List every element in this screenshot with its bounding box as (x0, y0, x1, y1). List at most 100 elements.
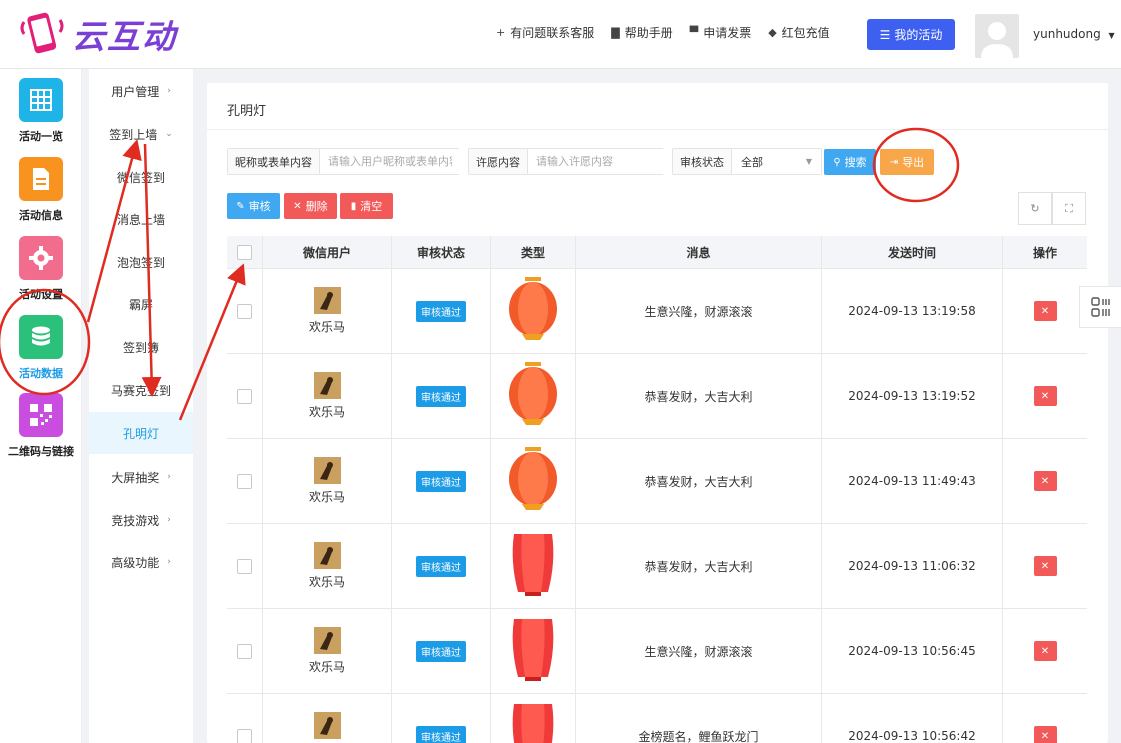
database-icon (19, 315, 63, 359)
row-delete-button[interactable]: ✕ (1033, 386, 1057, 406)
menu-item-big-screen-lottery[interactable]: 大屏抽奖 › (89, 456, 193, 498)
menu-item-signin-book[interactable]: 签到簿 (89, 326, 193, 368)
export-icon: ⇥ (889, 156, 899, 168)
header-status: 审核状态 (392, 236, 491, 269)
menu-item-competitive-games[interactable]: 竞技游戏 › (89, 499, 193, 541)
menu-item-wechat-signin[interactable]: 微信签到 (89, 156, 193, 198)
row-delete-button[interactable]: ✕ (1033, 726, 1057, 743)
menu-item-message-wall[interactable]: 消息上墙 (89, 198, 193, 240)
action-cell: ✕ (1003, 269, 1087, 353)
message-cell: 金榜题名，鲤鱼跃龙门 (576, 694, 822, 743)
clear-button[interactable]: ▮ 清空 (340, 193, 393, 219)
logo[interactable]: 云互动 (18, 8, 177, 60)
status-select[interactable]: 全部 ▼ (732, 149, 821, 174)
row-checkbox[interactable] (237, 558, 252, 574)
wechat-avatar (313, 372, 341, 399)
time-cell: 2024-09-13 11:06:32 (822, 524, 1003, 608)
delete-button[interactable]: ✕ 删除 (284, 193, 337, 219)
status-badge: 审核通过 (416, 555, 466, 577)
row-checkbox[interactable] (237, 388, 252, 404)
select-all-checkbox[interactable] (237, 245, 252, 260)
iconbar-item-settings[interactable]: 活动设置 (0, 236, 82, 302)
user-cell: 欢乐马 (263, 694, 392, 743)
menu-label: 大屏抽奖 (111, 470, 160, 485)
close-icon: ✕ (1040, 645, 1050, 657)
header-time: 发送时间 (822, 236, 1003, 269)
menu-item-advanced[interactable]: 高级功能 › (89, 541, 193, 583)
row-delete-button[interactable]: ✕ (1033, 556, 1057, 576)
contact-service-link[interactable]: + 有问题联系客服 (496, 24, 594, 41)
user-cell: 欢乐马 (263, 439, 392, 523)
iconbar-item-data[interactable]: 活动数据 (0, 315, 82, 381)
wechat-avatar (313, 712, 341, 739)
menu-label: 用户管理 (111, 84, 160, 99)
close-icon: ✕ (1040, 305, 1050, 317)
iconbar-item-overview[interactable]: 活动一览 (0, 78, 82, 144)
menu-item-kongming-lantern[interactable]: 孔明灯 (89, 412, 193, 454)
user-avatar[interactable] (975, 14, 1019, 58)
type-cell (491, 269, 576, 353)
time-cell: 2024-09-13 13:19:58 (822, 269, 1003, 353)
export-label: 导出 (902, 156, 925, 169)
row-select-cell (227, 609, 263, 693)
username-label: yunhudong (1033, 27, 1101, 41)
message-cell: 恭喜发财，大吉大利 (576, 524, 822, 608)
row-checkbox[interactable] (237, 643, 252, 659)
sub-menu-sidebar: 用户管理 › 签到上墙 ⌄ 微信签到 消息上墙 泡泡签到 霸屏 签到簿 马赛克签到 … (89, 69, 193, 743)
row-select-cell (227, 694, 263, 743)
menu-item-bapin[interactable]: 霸屏 (89, 283, 193, 325)
row-checkbox[interactable] (237, 303, 252, 319)
refresh-button[interactable]: ↻ (1018, 192, 1052, 225)
iconbar-item-info[interactable]: 活动信息 (0, 157, 82, 223)
delete-label: 删除 (305, 200, 328, 213)
float-apps-button[interactable] (1079, 286, 1121, 328)
wish-input[interactable] (528, 149, 664, 174)
table-row: 欢乐马 审核通过 生意兴隆，财源滚滚 2024-09-13 13:19:58 ✕ (227, 269, 1087, 354)
my-activity-label: 我的活动 (894, 28, 943, 42)
row-checkbox[interactable] (237, 473, 252, 489)
iconbar-label: 二维码与链接 (8, 445, 74, 458)
menu-item-bubble-signin[interactable]: 泡泡签到 (89, 241, 193, 283)
row-select-cell (227, 439, 263, 523)
top-header: 云互动 + 有问题联系客服 ▇ 帮助手册 ▀ 申请发票 ◆ 红包充值 ☰ 我的活… (0, 0, 1121, 69)
username-dropdown[interactable]: yunhudong ▼ (1033, 27, 1115, 41)
menu-item-mosaic-signin[interactable]: 马赛克签到 (89, 369, 193, 411)
user-cell: 欢乐马 (263, 269, 392, 353)
approve-button[interactable]: ✎ 审核 (227, 193, 280, 219)
table-row: 欢乐马 审核通过 恭喜发财，大吉大利 2024-09-13 11:49:43 ✕ (227, 439, 1087, 524)
menu-item-signin-wall[interactable]: 签到上墙 ⌄ (89, 113, 193, 155)
clear-label: 清空 (360, 200, 383, 213)
row-delete-button[interactable]: ✕ (1033, 471, 1057, 491)
redpacket-recharge-label: 红包充值 (781, 26, 830, 40)
iconbar-item-qrcode[interactable]: 二维码与链接 (0, 393, 82, 459)
action-cell: ✕ (1003, 354, 1087, 438)
row-delete-button[interactable]: ✕ (1033, 301, 1057, 321)
time-cell: 2024-09-13 10:56:45 (822, 609, 1003, 693)
help-manual-link[interactable]: ▇ 帮助手册 (611, 24, 672, 41)
redpacket-recharge-link[interactable]: ◆ 红包充值 (768, 24, 829, 41)
menu-item-user-management[interactable]: 用户管理 › (89, 70, 193, 112)
type-cell (491, 694, 576, 743)
table-row: 欢乐马 审核通过 生意兴隆，财源滚滚 2024-09-13 10:56:45 ✕ (227, 609, 1087, 694)
invoice-link[interactable]: ▀ 申请发票 (690, 24, 751, 41)
export-button[interactable]: ⇥ 导出 (880, 149, 934, 175)
menu-label: 竞技游戏 (111, 513, 160, 528)
row-delete-button[interactable]: ✕ (1033, 641, 1057, 661)
nickname-input[interactable] (320, 149, 460, 174)
iconbar-label: 活动一览 (19, 130, 63, 143)
table-row: 欢乐马 审核通过 恭喜发财，大吉大利 2024-09-13 13:19:52 ✕ (227, 354, 1087, 439)
header-type: 类型 (491, 236, 576, 269)
status-badge: 审核通过 (416, 385, 466, 407)
table-header: 微信用户 审核状态 类型 消息 发送时间 操作 (227, 236, 1087, 269)
fullscreen-button[interactable]: ⛶ (1052, 192, 1086, 225)
row-checkbox[interactable] (237, 728, 252, 743)
gavel-icon: ✎ (236, 200, 245, 212)
search-button[interactable]: ⚲ 搜索 (824, 149, 876, 175)
menu-label: 签到簿 (122, 340, 159, 355)
contact-service-label: 有问题联系客服 (510, 26, 595, 40)
type-cell (491, 354, 576, 438)
status-badge: 审核通过 (416, 725, 466, 743)
chevron-right-icon: › (167, 472, 171, 482)
my-activity-button[interactable]: ☰ 我的活动 (867, 19, 955, 50)
header-user: 微信用户 (263, 236, 392, 269)
